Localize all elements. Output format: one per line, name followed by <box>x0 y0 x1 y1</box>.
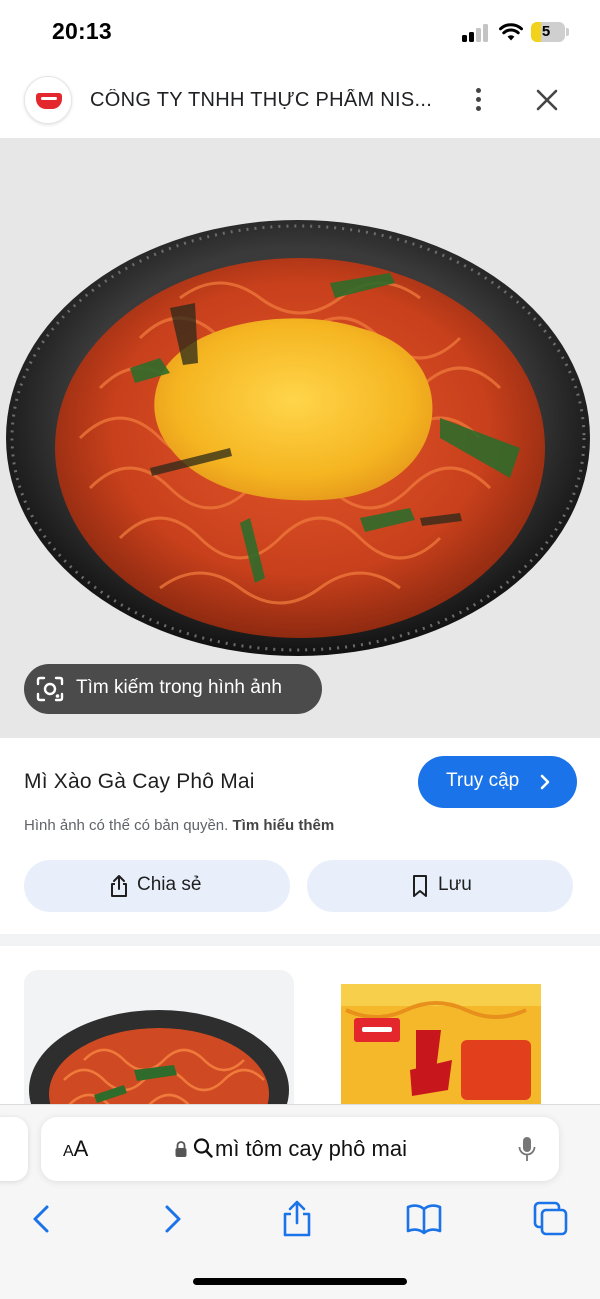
browser-toolbar: AA mì tôm cay phô mai <box>0 1104 600 1299</box>
lens-icon <box>36 676 64 702</box>
wifi-icon <box>499 23 523 41</box>
noodle-dish-image <box>6 220 590 656</box>
forward-icon[interactable] <box>152 1199 192 1239</box>
visit-button-label: Truy cập <box>446 770 520 791</box>
cellular-signal-icon <box>462 24 490 42</box>
save-button[interactable]: Lưu <box>307 860 573 912</box>
share-button[interactable]: Chia sẻ <box>24 860 290 912</box>
mic-icon[interactable] <box>517 1135 537 1163</box>
visit-button[interactable]: Truy cập <box>418 756 577 808</box>
address-bar-query: mì tôm cay phô mai <box>215 1136 407 1161</box>
viewer-header: CÔNG TY TNHH THỰC PHẨM NIS... <box>0 66 600 138</box>
status-time: 20:13 <box>52 18 112 44</box>
section-divider <box>0 934 600 946</box>
image-info-panel: Mì Xào Gà Cay Phô Mai Truy cập Hình ảnh … <box>0 738 600 934</box>
nissin-logo-icon[interactable] <box>24 76 72 124</box>
save-label: Lưu <box>438 874 472 895</box>
image-title: Mì Xào Gà Cay Phô Mai <box>24 770 255 793</box>
bookmarks-icon[interactable] <box>404 1199 444 1239</box>
address-bar[interactable]: AA mì tôm cay phô mai <box>41 1117 559 1181</box>
text-size-button[interactable]: AA <box>63 1136 88 1162</box>
text-size-small-glyph: A <box>63 1143 74 1160</box>
chevron-right-icon <box>540 774 550 790</box>
previous-tab-preview[interactable] <box>0 1117 28 1181</box>
share-label: Chia sẻ <box>137 874 202 895</box>
noodle-dish-thumbnail <box>29 1010 289 1106</box>
search-inside-image-button[interactable]: Tìm kiếm trong hình ảnh <box>24 664 322 714</box>
battery-level: 5 <box>541 23 551 40</box>
bookmark-icon <box>413 875 427 897</box>
share-icon[interactable] <box>277 1199 317 1239</box>
related-images <box>0 946 600 1106</box>
copyright-notice: Hình ảnh có thể có bản quyền. Tìm hiểu t… <box>24 817 334 834</box>
related-image-card[interactable] <box>24 970 294 1106</box>
search-inside-image-label: Tìm kiếm trong hình ảnh <box>76 677 282 698</box>
search-icon <box>193 1138 213 1158</box>
site-title[interactable]: CÔNG TY TNHH THỰC PHẨM NIS... <box>90 89 450 112</box>
learn-more-link[interactable]: Tìm hiểu thêm <box>233 817 335 834</box>
copyright-text: Hình ảnh có thể có bản quyền. <box>24 817 229 834</box>
home-indicator[interactable] <box>193 1278 407 1285</box>
share-icon <box>111 875 127 897</box>
back-icon[interactable] <box>22 1199 62 1239</box>
main-image-viewer[interactable]: Tìm kiếm trong hình ảnh <box>0 138 600 738</box>
text-size-big-glyph: A <box>73 1136 89 1161</box>
tabs-icon[interactable] <box>531 1199 571 1239</box>
status-bar: 20:13 5 <box>0 0 600 66</box>
lock-icon <box>175 1141 187 1157</box>
nissin-package-thumbnail <box>341 984 541 1106</box>
more-vertical-icon[interactable] <box>462 84 494 116</box>
close-icon[interactable] <box>530 83 564 117</box>
related-image-card[interactable] <box>306 970 576 1106</box>
battery-nub <box>566 28 569 36</box>
battery-icon: 5 <box>531 22 565 42</box>
